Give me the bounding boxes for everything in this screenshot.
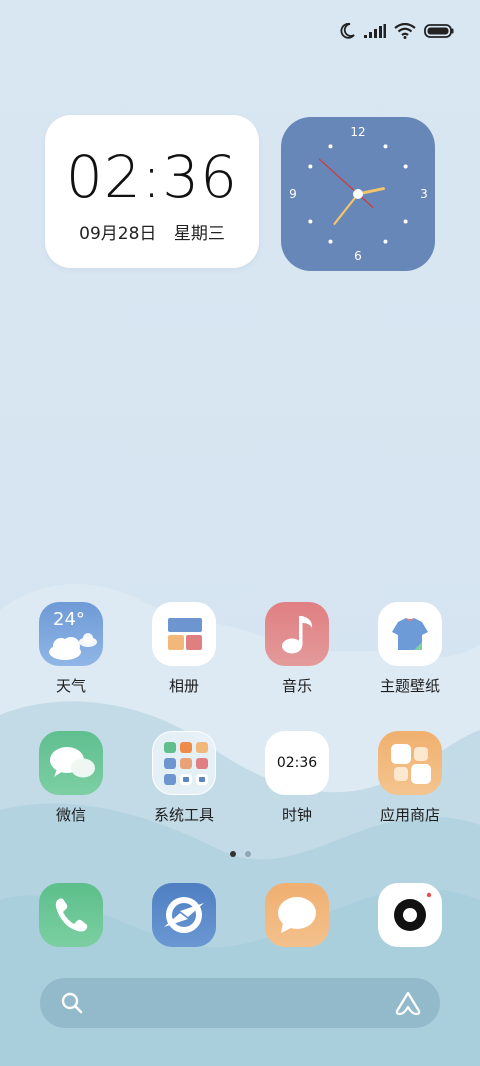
search-icon[interactable] [60,991,84,1015]
wechat-icon [39,731,103,795]
search-bar[interactable] [40,978,440,1028]
app-label: 时钟 [281,806,312,824]
app-weather[interactable]: 24° 天气 [21,602,121,696]
phone-icon [39,883,103,947]
numeral-3: 3 [420,187,428,201]
signal-icon [364,24,386,38]
messages-icon [265,883,329,947]
widget-date: 09月28日 星期三 [45,219,259,244]
app-system-tools-folder[interactable]: 系统工具 [134,731,234,825]
analog-clock-face: 12 3 6 9 [289,125,428,263]
app-clock[interactable]: 02:36 时钟 [247,731,347,825]
app-label: 应用商店 [379,806,440,824]
folder-icon [152,731,216,795]
app-music[interactable]: 音乐 [247,602,347,696]
clock-widget[interactable]: 02:36 09月28日 星期三 [45,115,259,268]
app-wechat[interactable]: 微信 [21,731,121,825]
second-hand [318,158,374,208]
weather-icon: 24° [39,602,103,666]
battery-icon [424,24,454,38]
dock-camera[interactable] [360,883,460,947]
theme-icon [378,602,442,666]
minute-hand [333,192,360,225]
page-dot-2[interactable] [244,851,251,857]
hour-mark [328,144,333,149]
hour-mark [308,164,313,169]
page-dot-1[interactable] [229,851,236,857]
app-gallery[interactable]: 相册 [134,602,234,696]
wifi-icon [394,23,416,39]
app-label: 主题壁纸 [379,677,440,695]
clock-icon-time: 02:36 [276,755,318,771]
browser-icon [152,883,216,947]
dock-browser[interactable] [134,883,234,947]
app-label: 微信 [55,806,86,824]
app-store[interactable]: 应用商店 [360,731,460,825]
camera-icon [378,883,442,947]
widget-weekday: 星期三 [173,224,225,244]
hour-mark [403,164,408,169]
widget-time: 02:36 [65,143,239,211]
numeral-12: 12 [350,125,365,139]
assistant-icon[interactable] [394,990,422,1016]
gallery-icon [152,602,216,666]
clock-center-pin [353,189,363,199]
app-store-icon [378,731,442,795]
dock-phone[interactable] [21,883,121,947]
music-icon [265,602,329,666]
app-label: 天气 [55,677,86,695]
dock-messages[interactable] [247,883,347,947]
app-theme[interactable]: 主题壁纸 [360,602,460,696]
hour-mark [308,219,313,224]
status-bar [338,18,454,44]
analog-clock-widget[interactable]: 12 3 6 9 [281,117,435,271]
hour-mark [383,239,388,244]
app-label: 相册 [168,677,199,695]
hour-mark [328,239,333,244]
widget-date-day: 09月28日 [79,224,157,244]
hour-mark [403,219,408,224]
clock-icon: 02:36 [265,731,329,795]
moon-icon [340,22,355,39]
hour-mark [383,144,388,149]
numeral-6: 6 [354,249,362,263]
numeral-9: 9 [289,187,297,201]
app-label: 系统工具 [153,806,214,824]
app-label: 音乐 [281,677,312,695]
page-indicator[interactable] [0,851,480,857]
